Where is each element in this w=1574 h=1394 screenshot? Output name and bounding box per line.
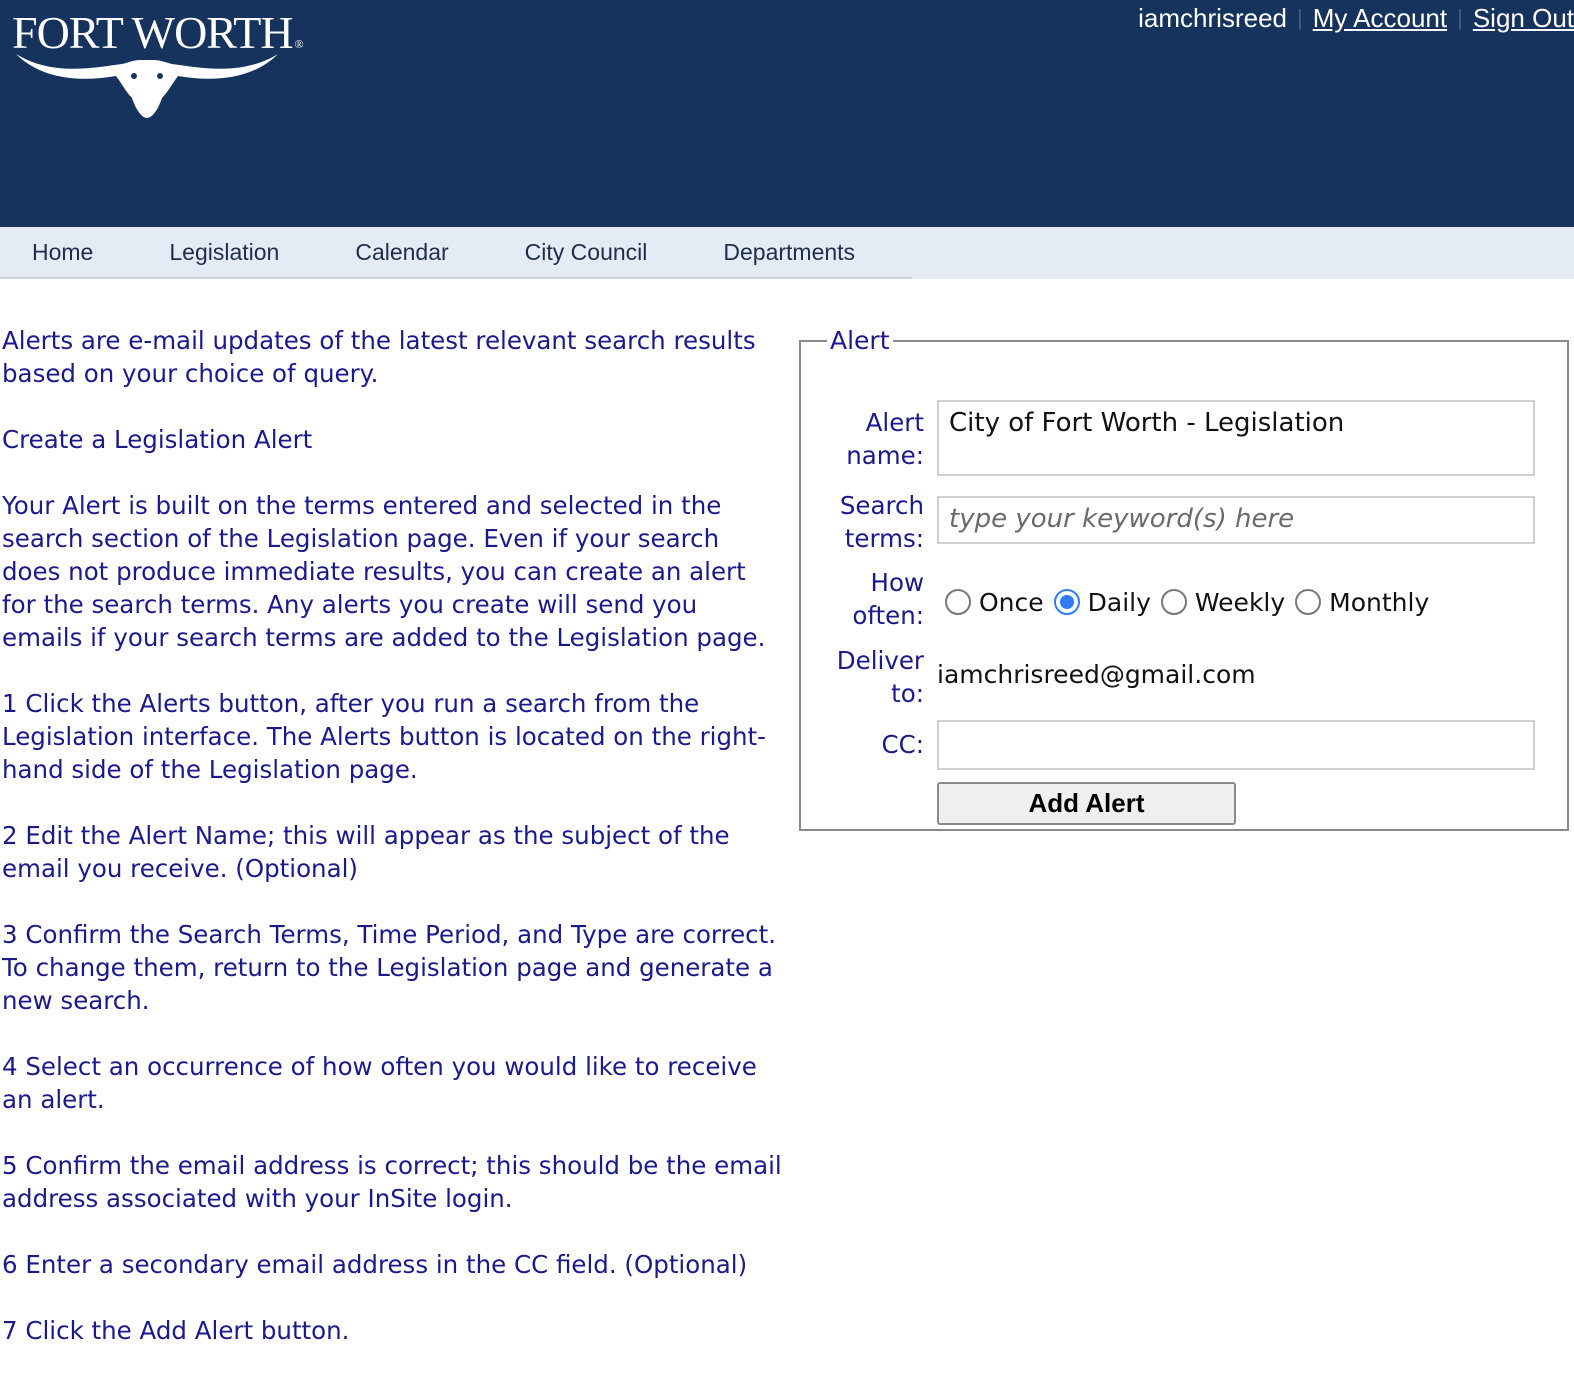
deliver-email: iamchrisreed@gmail.com (937, 660, 1256, 689)
user-links: iamchrisreed | My Account | Sign Out (1138, 0, 1574, 36)
alert-name-input[interactable]: City of Fort Worth - Legislation (937, 400, 1535, 476)
radio-weekly[interactable]: Weekly (1160, 588, 1285, 617)
radio-monthly[interactable]: Monthly (1295, 588, 1429, 617)
my-account-link[interactable]: My Account (1313, 3, 1447, 34)
cc-label: CC: (881, 730, 924, 759)
intro-text: Alerts are e-mail updates of the latest … (2, 326, 756, 388)
alert-form: Alert Alert name: City of Fort Worth - L… (799, 328, 1569, 831)
step-2: 2 Edit the Alert Name; this will appear … (2, 821, 730, 883)
divider: | (1457, 5, 1463, 30)
radio-daily[interactable]: Daily (1053, 588, 1151, 617)
frequency-radio-group: Once Daily Weekly Monthly (945, 582, 1439, 622)
radio-monthly-button[interactable] (1295, 589, 1322, 615)
alert-name-label: Alert name: (846, 408, 924, 470)
step-4: 4 Select an occurrence of how often you … (2, 1052, 757, 1114)
radio-daily-button[interactable] (1053, 589, 1080, 615)
step-3: 3 Confirm the Search Terms, Time Period,… (2, 920, 777, 1015)
how-often-label: How often: (852, 568, 924, 630)
divider: | (1296, 5, 1303, 30)
alert-legend: Alert (830, 326, 890, 355)
radio-weekly-button[interactable] (1160, 589, 1187, 615)
cc-input[interactable] (937, 720, 1535, 770)
site-header: FORT WORTH ® iamchrisreed | My Account | … (0, 0, 1574, 227)
step-7: 7 Click the Add Alert button. (2, 1316, 350, 1345)
description-text: Your Alert is built on the terms entered… (2, 491, 766, 652)
step-1: 1 Click the Alerts button, after you run… (2, 689, 766, 784)
section-heading: Create a Legislation Alert (2, 425, 313, 454)
step-6: 6 Enter a secondary email address in the… (2, 1250, 748, 1279)
radio-once[interactable]: Once (945, 588, 1044, 617)
nav-calendar[interactable]: Calendar (317, 239, 486, 266)
add-alert-button[interactable]: Add Alert (937, 782, 1236, 825)
nav-legislation[interactable]: Legislation (131, 239, 317, 266)
sign-out-link[interactable]: Sign Out (1473, 3, 1574, 34)
username: iamchrisreed (1138, 2, 1287, 33)
nav-city-council[interactable]: City Council (487, 239, 686, 266)
longhorn-icon (16, 54, 278, 118)
main-nav: Home Legislation Calendar City Council D… (0, 227, 1574, 279)
instructions-panel: Alerts are e-mail updates of the latest … (2, 324, 782, 1380)
deliver-to-label: Deliver to: (836, 646, 924, 708)
logo-registered-mark: ® (294, 37, 304, 51)
nav-home[interactable]: Home (0, 239, 131, 266)
fort-worth-logo[interactable]: FORT WORTH ® (12, 2, 304, 127)
search-terms-input[interactable]: type your keyword(s) here (937, 496, 1535, 544)
search-terms-label: Search terms: (839, 491, 924, 553)
step-5: 5 Confirm the email address is correct; … (2, 1151, 782, 1213)
nav-departments[interactable]: Departments (685, 239, 893, 266)
radio-once-button[interactable] (945, 589, 971, 615)
